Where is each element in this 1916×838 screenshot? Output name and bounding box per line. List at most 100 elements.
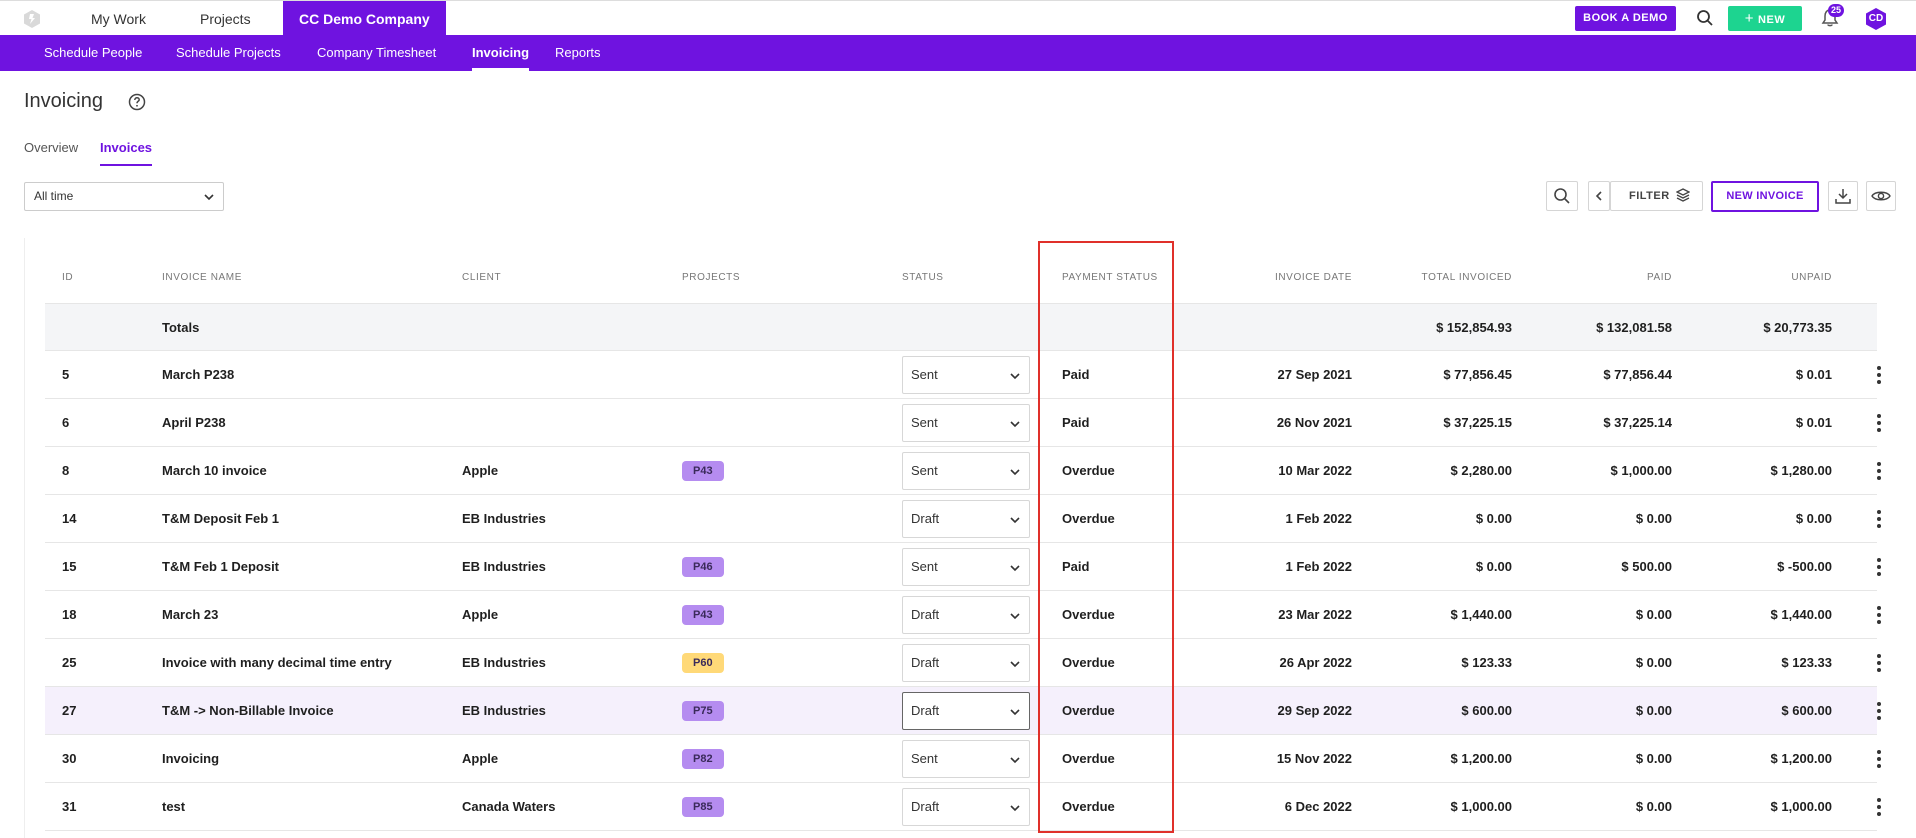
subnav-schedule-people[interactable]: Schedule People [44,35,142,71]
avatar[interactable]: CD [1864,7,1888,31]
col-total-invoiced[interactable]: TOTAL INVOICED [1362,272,1512,283]
tab-invoices[interactable]: Invoices [100,140,153,166]
more-vertical-icon[interactable] [1876,653,1882,673]
book-demo-button[interactable]: BOOK A DEMO [1575,6,1676,31]
more-vertical-icon[interactable] [1876,365,1882,385]
project-pill[interactable]: P43 [682,461,724,481]
new-button[interactable]: + NEW [1728,6,1802,31]
status-select[interactable]: Draft [902,596,1030,634]
col-status[interactable]: STATUS [902,272,944,283]
filter-button[interactable]: FILTER [1610,181,1703,211]
status-select[interactable]: Draft [902,500,1030,538]
project-pill[interactable]: P85 [682,797,724,817]
more-vertical-icon[interactable] [1876,461,1882,481]
nav-my-work[interactable]: My Work [91,1,146,36]
cell-payment-status: Paid [1062,367,1090,382]
subnav-schedule-projects[interactable]: Schedule Projects [176,35,281,71]
page-title: Invoicing [24,90,103,112]
download-button[interactable] [1828,181,1858,211]
project-pill[interactable]: P43 [682,605,724,625]
cell-client: EB Industries [462,655,546,670]
table-row[interactable]: 18 March 23 Apple P43 Draft Overdue 23 Mar 202… [45,591,1881,639]
chevron-down-icon [1010,805,1020,812]
more-vertical-icon[interactable] [1876,509,1882,529]
more-vertical-icon[interactable] [1876,557,1882,577]
more-vertical-icon[interactable] [1876,605,1882,625]
nav-company[interactable]: CC Demo Company [283,1,446,36]
cell-payment-status: Overdue [1062,655,1115,670]
col-unpaid[interactable]: UNPAID [1682,272,1832,283]
table-row[interactable]: 15 T&M Feb 1 Deposit EB Industries P46 Sent P… [45,543,1881,591]
more-vertical-icon[interactable] [1876,797,1882,817]
cell-invoice-name[interactable]: test [162,783,185,831]
project-pill[interactable]: P46 [682,557,724,577]
sub-nav: Schedule People Schedule Projects Compan… [0,35,1916,71]
cell-invoice-name[interactable]: March P238 [162,351,234,399]
project-pill[interactable]: P60 [682,653,724,673]
table-row[interactable]: 27 T&M -> Non-Billable Invoice EB Industri… [45,687,1881,735]
more-vertical-icon[interactable] [1876,749,1882,769]
subnav-reports[interactable]: Reports [555,35,601,71]
new-invoice-button[interactable]: NEW INVOICE [1711,181,1819,212]
cell-total-invoiced: $ 1,200.00 [1450,751,1512,766]
col-client[interactable]: CLIENT [462,272,501,283]
cell-invoice-date: 26 Nov 2021 [1276,415,1352,430]
help-icon[interactable] [128,93,146,111]
col-id[interactable]: ID [62,272,73,283]
status-select[interactable]: Draft [902,692,1030,730]
cell-invoice-name[interactable]: Invoicing [162,735,219,783]
collapse-button[interactable] [1588,181,1610,211]
cell-paid: $ 0.00 [1635,607,1672,622]
chevron-down-icon [1010,373,1020,380]
cell-invoice-name[interactable]: April P238 [162,399,226,447]
status-select[interactable]: Draft [902,788,1030,826]
chevron-down-icon [1010,661,1020,668]
tab-overview[interactable]: Overview [24,140,78,166]
more-vertical-icon[interactable] [1876,701,1882,721]
table-row[interactable]: 31 test Canada Waters P85 Draft Overdue 6 Dec … [45,783,1881,831]
cell-invoice-name[interactable]: March 10 invoice [162,447,267,495]
chevron-down-icon [1010,421,1020,428]
search-icon[interactable] [1696,9,1714,27]
project-pill[interactable]: P82 [682,749,724,769]
status-select[interactable]: Sent [902,740,1030,778]
search-button[interactable] [1546,181,1578,211]
status-select[interactable]: Draft [902,644,1030,682]
status-select[interactable]: Sent [902,548,1030,586]
cell-invoice-name[interactable]: T&M -> Non-Billable Invoice [162,687,334,735]
app-logo-icon[interactable] [22,9,42,29]
col-payment-status[interactable]: PAYMENT STATUS [1062,272,1158,283]
table-row[interactable]: 5 March P238 Sent Paid 27 Sep 2021 $ 77,856.4… [45,351,1881,399]
status-select[interactable]: Sent [902,452,1030,490]
table-row[interactable]: 8 March 10 invoice Apple P43 Sent Overdue 10 M… [45,447,1881,495]
cell-invoice-name[interactable]: T&M Feb 1 Deposit [162,543,279,591]
more-vertical-icon[interactable] [1876,413,1882,433]
cell-invoice-date: 1 Feb 2022 [1285,511,1353,526]
cell-payment-status: Overdue [1062,751,1115,766]
table-row[interactable]: 6 April P238 Sent Paid 26 Nov 2021 $ 37,225.1… [45,399,1881,447]
status-select-value: Sent [911,415,938,430]
status-select[interactable]: Sent [902,356,1030,394]
col-projects[interactable]: PROJECTS [682,272,740,283]
nav-projects[interactable]: Projects [200,1,251,36]
col-paid[interactable]: PAID [1522,272,1672,283]
col-invoice-name[interactable]: INVOICE NAME [162,272,242,283]
chevron-down-icon [1010,757,1020,764]
cell-invoice-name[interactable]: Invoice with many decimal time entry [162,639,392,687]
cell-client: Canada Waters [462,799,556,814]
table-row[interactable]: 14 T&M Deposit Feb 1 EB Industries Draft Ove… [45,495,1881,543]
table-row[interactable]: 25 Invoice with many decimal time entry EB… [45,639,1881,687]
subnav-invoicing[interactable]: Invoicing [472,35,530,71]
subnav-company-timesheet[interactable]: Company Timesheet [317,35,436,71]
cell-id: 25 [62,655,77,670]
period-select[interactable]: All time [24,182,224,211]
cell-id: 14 [62,511,77,526]
cell-invoice-name[interactable]: March 23 [162,591,218,639]
cell-total-invoiced: $ 2,280.00 [1450,463,1512,478]
visibility-button[interactable] [1866,181,1896,211]
cell-invoice-name[interactable]: T&M Deposit Feb 1 [162,495,279,543]
project-pill[interactable]: P75 [682,701,724,721]
col-invoice-date[interactable]: INVOICE DATE [1202,272,1352,283]
table-row[interactable]: 30 Invoicing Apple P82 Sent Overdue 15 Nov 202… [45,735,1881,783]
status-select[interactable]: Sent [902,404,1030,442]
